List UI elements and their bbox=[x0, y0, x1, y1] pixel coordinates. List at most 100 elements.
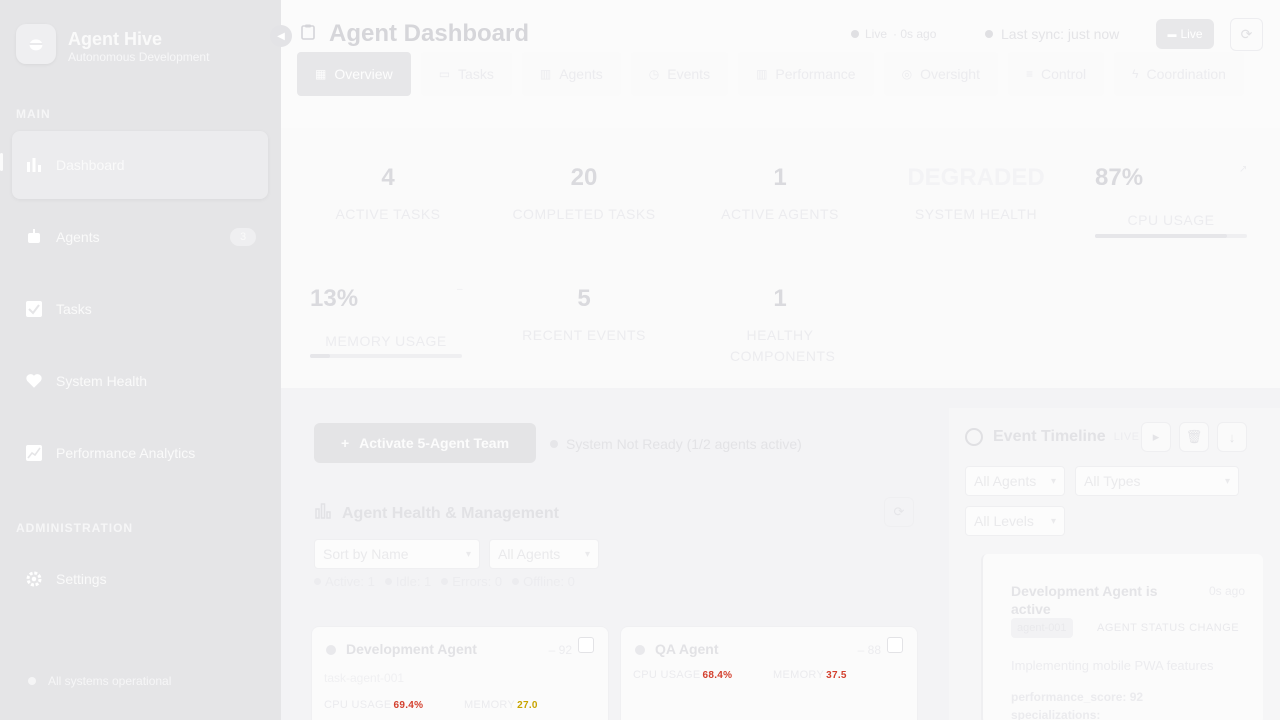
agent-card-qa[interactable]: QA Agent – 88 CPU USAGE 68.4% MEMORY 37.5 bbox=[620, 626, 918, 720]
stat-value: 4 bbox=[381, 164, 395, 191]
readiness-status: System Not Ready (1/2 agents active) bbox=[550, 436, 802, 452]
tab-label: Control bbox=[1041, 66, 1087, 82]
status-dot bbox=[314, 578, 321, 585]
event-card[interactable]: Development Agent is active 0s ago agent… bbox=[981, 554, 1263, 720]
stat-value: 1 bbox=[773, 164, 787, 191]
tab-agents[interactable]: ▥ Agents bbox=[521, 52, 621, 96]
bars-icon: ▥ bbox=[539, 67, 552, 81]
tab-bar: ▦ Overview ▭ Tasks ▥ Agents ◷ Events ▥ Perfor… bbox=[297, 52, 1254, 96]
sidebar-item-agents[interactable]: Agents 3 bbox=[12, 203, 268, 271]
agent-management-title: Agent Health & Management bbox=[342, 504, 559, 522]
sidebar-item-label: Dashboard bbox=[56, 157, 125, 173]
section-label-administration: ADMINISTRATION bbox=[16, 521, 134, 535]
refresh-button[interactable]: ⟳ bbox=[1230, 18, 1263, 51]
stat-value: 1 bbox=[773, 285, 787, 312]
stat-completed-tasks: 20 COMPLETED TASKS bbox=[494, 164, 674, 225]
sidebar-item-tasks[interactable]: Tasks bbox=[12, 275, 268, 343]
agent-select-checkbox[interactable] bbox=[887, 637, 903, 653]
agent-filter-select[interactable]: All Agents ▾ bbox=[489, 539, 599, 569]
agent-card-development[interactable]: Development Agent – 92 task-agent-001 CP… bbox=[311, 626, 609, 720]
metric-value: 68.4% bbox=[702, 670, 733, 681]
status-chip-active: Active: 1 bbox=[314, 574, 375, 589]
tab-label: Agents bbox=[559, 66, 603, 82]
event-title: Development Agent is active bbox=[1011, 583, 1158, 617]
sidebar-item-label: System Health bbox=[56, 373, 148, 389]
event-type-filter[interactable]: All Types ▾ bbox=[1075, 466, 1239, 496]
stat-value: 87% bbox=[1095, 164, 1144, 191]
clock-icon bbox=[965, 428, 983, 446]
stat-label: CPU USAGE bbox=[1127, 212, 1215, 228]
tab-oversight[interactable]: ◎ Oversight bbox=[883, 52, 998, 96]
sidebar-item-performance-analytics[interactable]: Performance Analytics bbox=[12, 419, 268, 487]
stat-label: COMPLETED TASKS bbox=[512, 206, 656, 222]
metric-label: CPU USAGE bbox=[633, 669, 701, 681]
live-badge: LIVE bbox=[1113, 431, 1140, 443]
clear-events-button[interactable]: 🗑 bbox=[1179, 422, 1209, 452]
lightning-icon: ϟ bbox=[1132, 67, 1139, 81]
clipboard-icon bbox=[301, 24, 317, 45]
checkbox-icon bbox=[24, 299, 44, 319]
stat-value: 20 bbox=[570, 164, 598, 191]
collapse-sidebar-button[interactable]: ◀ bbox=[270, 25, 292, 47]
agent-status-summary: Active: 1 Idle: 1 Errors: 0 Offline: 0 bbox=[314, 574, 585, 589]
status-chip-errors: Errors: 0 bbox=[441, 574, 502, 589]
last-sync-text: Last sync: just now bbox=[1001, 26, 1120, 42]
status-chip-label: Errors: 0 bbox=[452, 574, 503, 589]
status-chip-offline: Offline: 0 bbox=[512, 574, 575, 589]
agent-task-id: task-agent-001 bbox=[324, 671, 405, 685]
tab-coordination[interactable]: ϟ Coordination bbox=[1114, 52, 1244, 96]
status-chip-label: Idle: 1 bbox=[395, 574, 432, 589]
stat-healthy-components: 1 HEALTHY COMPONENTS bbox=[690, 285, 870, 367]
event-level-filter[interactable]: All Levels ▾ bbox=[965, 506, 1065, 536]
sort-select[interactable]: Sort by Name ▾ bbox=[314, 539, 480, 569]
metric-value: 27.0 bbox=[517, 700, 538, 711]
agent-select-checkbox[interactable] bbox=[578, 637, 594, 653]
agent-cpu-metric: CPU USAGE 69.4% bbox=[324, 699, 423, 711]
chevron-down-icon: ▾ bbox=[584, 548, 590, 560]
pause-button[interactable]: ▸ bbox=[1141, 422, 1171, 452]
agent-management-heading: Agent Health & Management bbox=[314, 502, 559, 525]
stat-active-agents: 1 ACTIVE AGENTS bbox=[690, 164, 870, 225]
tab-events[interactable]: ◷ Events bbox=[630, 52, 729, 96]
tab-overview[interactable]: ▦ Overview bbox=[297, 52, 411, 96]
live-indicator: Live · 0s ago bbox=[851, 27, 936, 41]
sidebar-item-dashboard[interactable]: Dashboard bbox=[12, 131, 268, 199]
live-toggle-button[interactable]: ▬ Live bbox=[1156, 19, 1214, 49]
download-button[interactable]: ↓ bbox=[1217, 422, 1247, 452]
readiness-dot bbox=[550, 440, 558, 448]
trend-arrow-icon: ↗ bbox=[1239, 164, 1248, 175]
brand-name: Agent Hive bbox=[68, 29, 163, 49]
chevron-down-icon: ▾ bbox=[465, 548, 471, 560]
sidebar-item-label: Tasks bbox=[56, 301, 92, 317]
tab-label: Coordination bbox=[1146, 66, 1226, 82]
chart-icon bbox=[24, 443, 44, 463]
activate-team-button[interactable]: + Activate 5-Agent Team bbox=[314, 423, 536, 463]
memory-usage-bar-fill bbox=[310, 354, 330, 358]
stat-label: HEALTHY COMPONENTS bbox=[730, 327, 836, 364]
stat-value: 13% bbox=[310, 285, 359, 312]
sidebar-item-settings[interactable]: Settings bbox=[12, 545, 268, 613]
agents-refresh-button[interactable]: ⟳ bbox=[884, 497, 914, 527]
agent-memory-metric: MEMORY 37.5 bbox=[773, 669, 847, 681]
status-dot bbox=[441, 578, 449, 585]
stats-panel: 4 ACTIVE TASKS 20 COMPLETED TASKS 1 ACTI… bbox=[281, 128, 1280, 388]
event-agent-filter[interactable]: All Agents ▾ bbox=[965, 466, 1065, 496]
tab-performance[interactable]: ▥ Performance bbox=[738, 52, 874, 96]
live-button-label: Live bbox=[1180, 27, 1203, 41]
stat-value: DEGRADED bbox=[907, 164, 1045, 191]
sidebar-item-label: Agents bbox=[56, 229, 100, 245]
stat-system-health: DEGRADED SYSTEM HEALTH bbox=[886, 164, 1066, 225]
sort-select-value: Sort by Name bbox=[323, 546, 409, 562]
sidebar-item-system-health[interactable]: System Health bbox=[12, 347, 268, 415]
brand[interactable]: Agent Hive Autonomous Development bbox=[16, 24, 209, 64]
sliders-icon: ≡ bbox=[1025, 67, 1033, 81]
metric-label: MEMORY bbox=[773, 669, 825, 681]
tab-label: Events bbox=[667, 66, 711, 82]
agent-memory-metric: MEMORY 27.0 bbox=[464, 699, 538, 711]
tab-tasks[interactable]: ▭ Tasks bbox=[420, 52, 512, 96]
tab-control[interactable]: ≡ Control bbox=[1007, 52, 1105, 96]
arrow-down-icon: ↓ bbox=[1228, 429, 1236, 445]
system-status-text: All systems operational bbox=[48, 674, 172, 688]
sync-dot bbox=[985, 30, 993, 38]
tab-label: Oversight bbox=[920, 66, 980, 82]
